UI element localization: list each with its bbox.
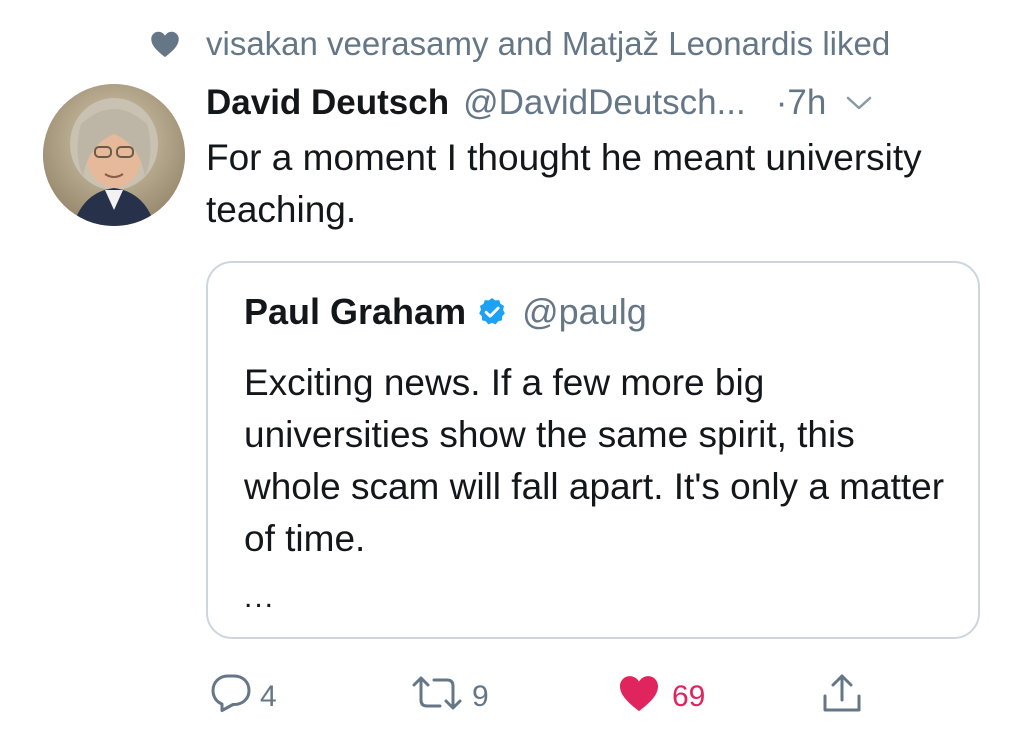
tweet-text: For a moment I thought he meant universi… [206,137,922,230]
quoted-tweet-text: Exciting news. If a few more big univers… [244,362,945,559]
share-button[interactable] [822,672,862,722]
tweet-header: David Deutsch @DavidDeutsch... ·7h [206,80,986,126]
avatar[interactable] [43,84,185,226]
heart-filled-icon [618,674,660,720]
author-handle[interactable]: @DavidDeutsch... [463,83,746,123]
tweet-card[interactable]: visakan veerasamy and Matjaž Leonardis l… [0,0,1024,744]
retweet-button[interactable]: 9 [410,672,489,722]
reply-button[interactable]: 4 [210,672,277,722]
social-context-text[interactable]: visakan veerasamy and Matjaž Leonardis l… [206,25,890,63]
quoted-tweet-ellipsis: ... [244,581,276,614]
author-name[interactable]: David Deutsch [206,83,449,123]
retweet-icon [410,675,464,719]
quoted-author-name: Paul Graham [244,291,467,332]
quoted-tweet-header: Paul Graham @paulg [244,289,647,335]
share-icon [822,672,862,722]
tweet-time[interactable]: ·7h [776,83,827,123]
like-button[interactable]: 69 [618,672,705,722]
reply-icon [210,673,252,721]
social-context: visakan veerasamy and Matjaž Leonardis l… [148,22,890,66]
chevron-down-icon[interactable] [844,88,874,118]
quoted-author-handle: @paulg [522,291,647,332]
reply-count: 4 [260,680,277,713]
heart-icon [148,27,182,61]
like-count: 69 [672,680,706,713]
verified-badge-icon [476,296,508,328]
retweet-count: 9 [472,680,489,713]
quoted-tweet[interactable]: Paul Graham @paulg Exciting news. If a f… [206,261,980,639]
